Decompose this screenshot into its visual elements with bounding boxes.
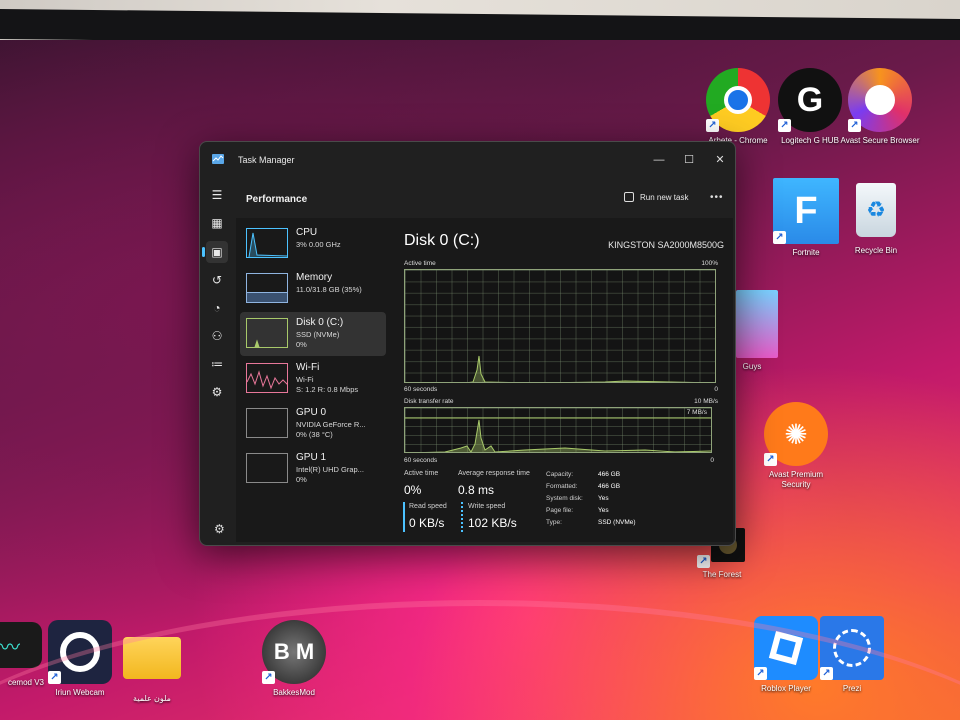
shortcut-arrow-icon: ↗ [697, 555, 710, 568]
disk-detail-panel: Disk 0 (C:) KINGSTON SA2000M8500G Active… [398, 222, 728, 537]
logitech-g-icon: G ↗ [778, 68, 842, 132]
disk-properties: Capacity: 466 GB Formatted: 466 GB Syste… [546, 471, 636, 526]
desktop-icon-recycle-bin[interactable]: ♻ Recycle Bin [836, 178, 916, 256]
write-speed-value: 102 KB/s [468, 516, 517, 530]
maximize-button[interactable]: ☐ [676, 150, 702, 170]
page-title: Performance [246, 194, 308, 205]
device-item-wifi[interactable]: Wi-Fi Wi-Fi S: 1.2 R: 0.8 Mbps [240, 357, 386, 401]
desktop-icon-chrome[interactable]: ↗ Arbete - Chrome [698, 68, 778, 146]
active-time-graph-min: 0 [714, 386, 718, 393]
active-time-graph [404, 269, 716, 383]
transfer-rate-graph-min: 0 [710, 457, 714, 464]
device-item-disk0[interactable]: Disk 0 (C:) SSD (NVMe) 0% [240, 312, 386, 356]
disk-model: KINGSTON SA2000M8500G [608, 240, 724, 250]
performance-pane: Performance Run new task ••• CPU 3% 0.00… [236, 182, 733, 542]
chrome-icon: ↗ [706, 68, 770, 132]
settings-gear-icon[interactable]: ⚙ [214, 522, 225, 536]
desktop-icon-folder[interactable]: ملون علمية [112, 626, 192, 704]
active-time-value: 0% [404, 483, 422, 497]
device-item-cpu[interactable]: CPU 3% 0.00 GHz [240, 222, 386, 266]
avast-browser-icon: ↗ [848, 68, 912, 132]
avg-response-label: Average response time [458, 470, 530, 477]
shortcut-arrow-icon: ↗ [48, 671, 61, 684]
read-speed-label: Read speed [409, 503, 447, 510]
cpu-thumbnail-graph [246, 228, 288, 258]
nav-sidebar: ☰ ▦ ▣ ↺ ◔ ⚇ ≔ ⚙ [200, 180, 234, 545]
prezi-icon: ↗ [820, 616, 884, 680]
webcam-icon: ↗ [48, 620, 112, 684]
shortcut-arrow-icon: ↗ [706, 119, 719, 132]
fortnite-icon: F ↗ [773, 178, 839, 244]
transfer-rate-graph-line [405, 417, 711, 452]
close-button[interactable]: ✕ [707, 150, 733, 170]
title-bar[interactable]: Task Manager — ☐ ✕ [200, 142, 735, 180]
desktop-icon-avast-browser[interactable]: ↗ Avast Secure Browser [840, 68, 920, 146]
wifi-thumbnail-graph [246, 363, 288, 393]
desktop-icon-avast-security[interactable]: ✺ ↗ Avast Premium Security [756, 402, 836, 490]
disk-title: Disk 0 (C:) [404, 232, 480, 249]
write-speed-indicator [461, 502, 463, 532]
desktop-icon-bakkesmod[interactable]: B M ↗ BakkesMod [254, 620, 334, 698]
menu-icon[interactable]: ☰ [206, 184, 228, 206]
avg-response-value: 0.8 ms [458, 483, 495, 497]
shortcut-arrow-icon: ↗ [820, 667, 833, 680]
device-item-gpu0[interactable]: GPU 0 NVIDIA GeForce R... 0% (38 °C) [240, 402, 386, 446]
transfer-rate-graph-time: 60 seconds [404, 457, 438, 464]
shortcut-arrow-icon: ↗ [778, 119, 791, 132]
gpu0-thumbnail-graph [246, 408, 288, 438]
disk-thumbnail-graph [246, 318, 288, 348]
folder-icon [120, 626, 184, 690]
read-speed-indicator [403, 502, 405, 532]
app-history-icon[interactable]: ↺ [206, 269, 228, 291]
shortcut-arrow-icon: ↗ [848, 119, 861, 132]
run-new-task-button[interactable]: Run new task [624, 192, 688, 202]
fall-guys-icon [736, 290, 778, 358]
active-time-label: Active time [404, 470, 439, 477]
device-item-gpu1[interactable]: GPU 1 Intel(R) UHD Grap... 0% [240, 447, 386, 491]
device-item-memory[interactable]: Memory 11.0/31.8 GB (35%) [240, 267, 386, 311]
shortcut-arrow-icon: ↗ [764, 453, 777, 466]
active-time-graph-line [468, 355, 695, 382]
transfer-rate-graph-max: 10 MB/s [694, 398, 718, 405]
window-title: Task Manager [238, 155, 295, 165]
details-icon[interactable]: ≔ [206, 353, 228, 375]
avast-icon: ✺ ↗ [764, 402, 828, 466]
transfer-rate-graph-label: Disk transfer rate [404, 398, 454, 405]
desktop-icon-prezi[interactable]: ↗ Prezi [812, 616, 892, 694]
desktop-icon-fortnite[interactable]: F ↗ Fortnite [766, 178, 846, 258]
task-manager-app-icon [212, 154, 224, 164]
desktop-icon-logitech[interactable]: G ↗ Logitech G HUB [770, 68, 850, 146]
active-time-graph-time: 60 seconds [404, 386, 438, 393]
startup-apps-icon[interactable]: ◔ [206, 297, 228, 319]
more-options-button[interactable]: ••• [710, 192, 724, 203]
bakkesmod-icon: B M ↗ [262, 620, 326, 684]
desktop-icon-iriun[interactable]: ↗ Iriun Webcam [40, 620, 120, 698]
roblox-icon: ↗ [754, 616, 818, 680]
active-time-graph-max: 100% [701, 260, 718, 267]
services-icon[interactable]: ⚙ [206, 381, 228, 403]
memory-thumbnail-graph [246, 273, 288, 303]
shortcut-arrow-icon: ↗ [754, 667, 767, 680]
minimize-button[interactable]: — [646, 150, 672, 170]
shortcut-arrow-icon: ↗ [262, 671, 275, 684]
write-speed-label: Write speed [468, 503, 506, 510]
recycle-bin-icon: ♻ [844, 178, 908, 242]
processes-icon[interactable]: ▦ [206, 212, 228, 234]
read-speed-value: 0 KB/s [409, 516, 445, 530]
shortcut-arrow-icon: ↗ [773, 231, 786, 244]
transfer-rate-graph: 7 MB/s [404, 407, 712, 453]
performance-header: Performance Run new task ••• [236, 182, 733, 218]
run-task-icon [624, 192, 634, 202]
active-time-graph-label: Active time [404, 260, 436, 267]
waveform-icon: 〰 [0, 622, 42, 668]
users-icon[interactable]: ⚇ [206, 325, 228, 347]
task-manager-window[interactable]: Task Manager — ☐ ✕ ☰ ▦ ▣ ↺ ◔ ⚇ ≔ ⚙ ⚙ Per… [199, 141, 736, 546]
gpu1-thumbnail-graph [246, 453, 288, 483]
performance-icon[interactable]: ▣ [202, 241, 228, 263]
